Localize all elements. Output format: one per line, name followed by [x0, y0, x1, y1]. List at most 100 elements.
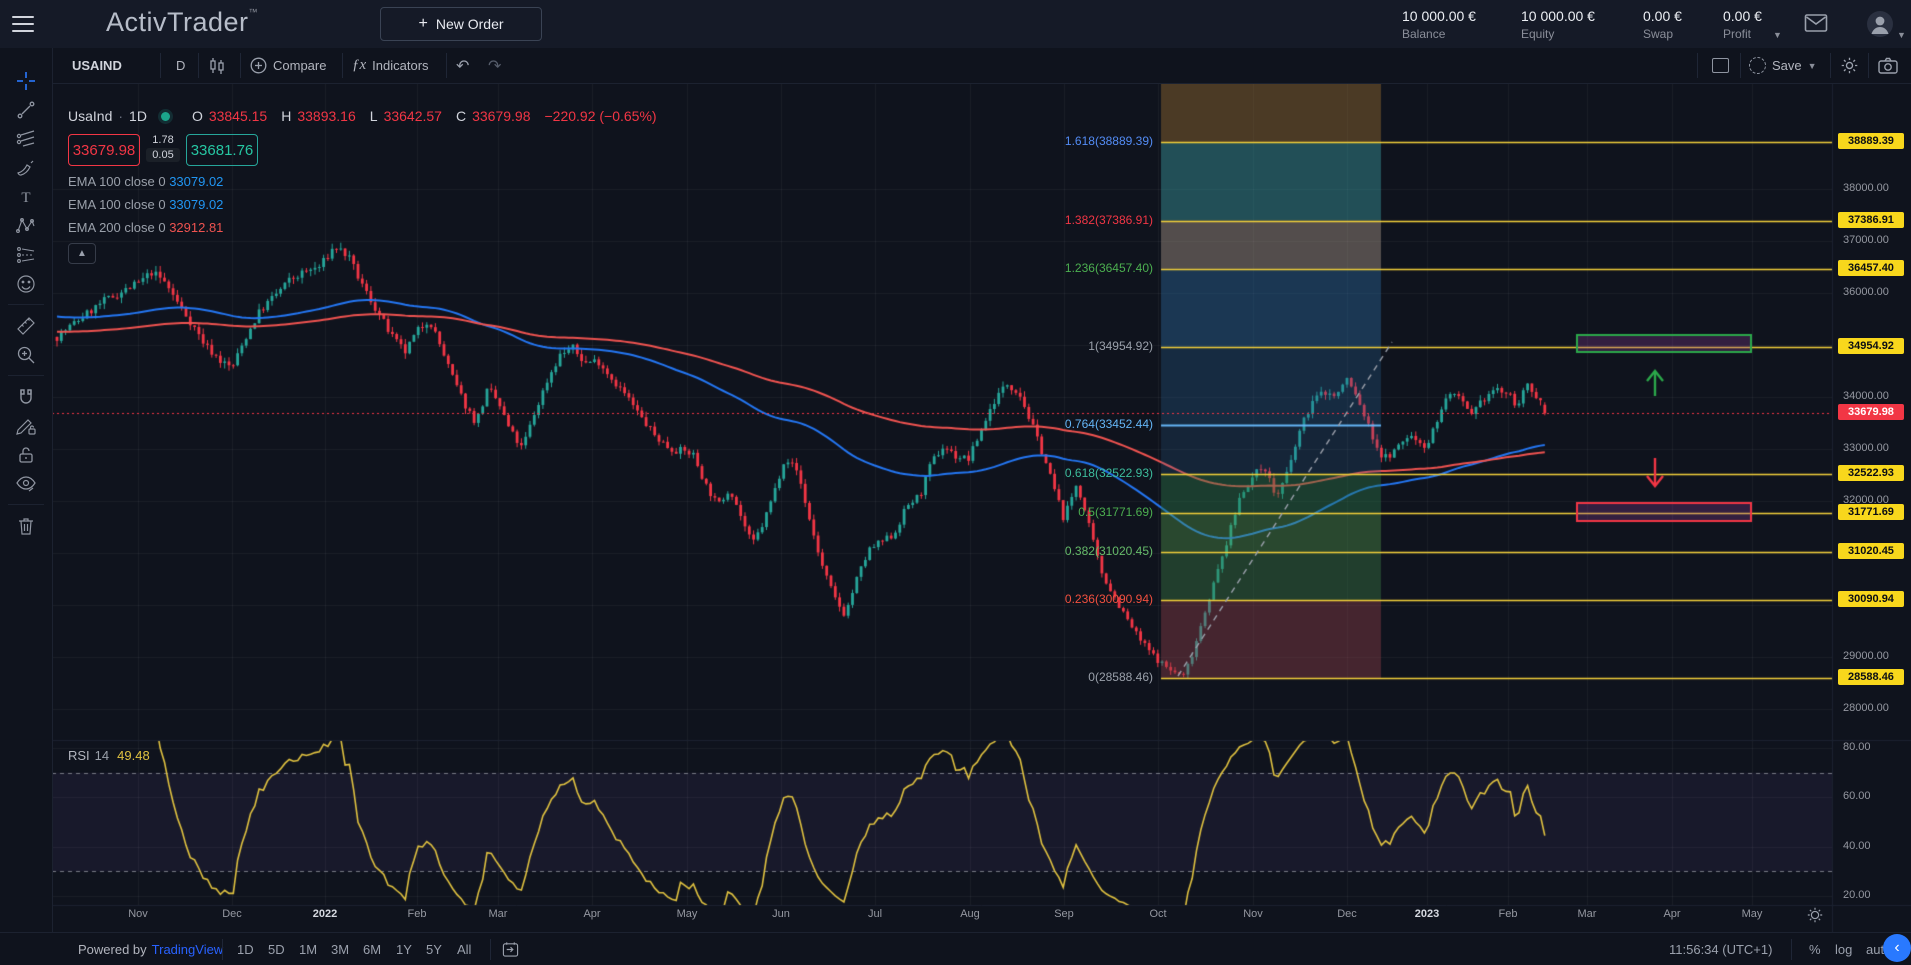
new-order-button[interactable]: +New Order	[380, 7, 542, 41]
time-axis-label[interactable]: Mar	[1578, 908, 1597, 920]
xabcd-pattern-icon[interactable]	[8, 211, 44, 240]
time-axis-label[interactable]: Aug	[960, 908, 980, 920]
fib-level-label[interactable]: 1.382(37386.91)	[1065, 213, 1153, 227]
fib-level-label[interactable]: 0(28588.46)	[1088, 670, 1153, 684]
spread-indicator: 1.78 0.05	[140, 134, 186, 162]
time-axis-settings-icon[interactable]	[1806, 906, 1824, 924]
fib-level-label[interactable]: 1.236(36457.40)	[1065, 261, 1153, 275]
camera-icon	[1878, 57, 1898, 74]
indicators-button[interactable]: ƒx Indicators	[352, 48, 429, 83]
range-1m-button[interactable]: 1M	[299, 933, 317, 965]
fib-level-label[interactable]: 1.618(38889.39)	[1065, 134, 1153, 148]
brush-icon[interactable]	[8, 153, 44, 182]
collapse-legend-button[interactable]: ▲	[68, 243, 96, 264]
time-axis-label[interactable]: Jul	[868, 908, 882, 920]
high-value: 33893.16	[297, 108, 355, 124]
ema200-legend-row[interactable]: EMA 200 close 0 32912.81	[68, 220, 657, 235]
text-tool-icon[interactable]: T	[8, 182, 44, 211]
buy-price-button[interactable]: 33681.76	[186, 134, 258, 166]
symbol-button[interactable]: USAIND	[72, 48, 122, 83]
drawing-lock-icon[interactable]	[8, 411, 44, 440]
low-key: L	[370, 108, 378, 124]
compare-button[interactable]: Compare	[250, 48, 326, 83]
range-1d-button[interactable]: 1D	[237, 933, 254, 965]
crosshair-icon[interactable]	[8, 66, 44, 95]
forecast-icon[interactable]	[8, 240, 44, 269]
legend-symbol[interactable]: UsaInd	[68, 108, 112, 124]
time-axis-label[interactable]: Dec	[222, 908, 242, 920]
rsi-legend[interactable]: RSI1449.48	[68, 748, 150, 763]
lock-icon[interactable]	[8, 440, 44, 469]
magnet-icon[interactable]	[8, 382, 44, 411]
time-axis-label[interactable]: Sep	[1054, 908, 1074, 920]
fib-level-label[interactable]: 0.236(30090.94)	[1065, 592, 1153, 606]
layout-button[interactable]	[1712, 48, 1729, 83]
price-axis-label: 38000.00	[1843, 182, 1889, 194]
fib-level-label[interactable]: 0.618(32522.93)	[1065, 466, 1153, 480]
fib-level-label[interactable]: 0.382(31020.45)	[1065, 544, 1153, 558]
undo-button[interactable]: ↶	[456, 48, 469, 83]
range-6m-button[interactable]: 6M	[363, 933, 381, 965]
fib-price-flag: 34954.92	[1838, 338, 1904, 354]
fib-level-label[interactable]: 0.764(33452.44)	[1065, 417, 1153, 431]
fib-level-label[interactable]: 0.5(31771.69)	[1078, 505, 1153, 519]
redo-button[interactable]: ↷	[488, 48, 501, 83]
time-axis-label[interactable]: May	[677, 908, 698, 920]
profit-value: 0.00 €	[1723, 8, 1762, 24]
time-axis-label[interactable]: Oct	[1149, 908, 1166, 920]
time-axis-label[interactable]: Mar	[489, 908, 508, 920]
swap-stat: 0.00 € Swap	[1643, 8, 1682, 41]
camera-button[interactable]	[1878, 48, 1898, 83]
range-all-button[interactable]: All	[457, 933, 471, 965]
time-axis-label[interactable]: 2022	[313, 908, 337, 920]
range-3m-button[interactable]: 3M	[331, 933, 349, 965]
user-dropdown-caret-icon[interactable]: ▼	[1897, 30, 1906, 40]
time-axis-label[interactable]: May	[1742, 908, 1763, 920]
rsi-axis-label: 20.00	[1843, 889, 1871, 901]
trash-icon[interactable]	[8, 511, 44, 540]
account-dropdown-caret-icon[interactable]: ▼	[1773, 30, 1782, 40]
collapse-panel-button[interactable]: ‹	[1883, 934, 1911, 962]
save-button[interactable]: Save ▼	[1749, 48, 1817, 83]
mail-icon[interactable]	[1804, 13, 1828, 33]
fib-level-label[interactable]: 1(34954.92)	[1088, 339, 1153, 353]
open-key: O	[192, 108, 203, 124]
time-axis-label[interactable]: 2023	[1415, 908, 1439, 920]
time-axis-label[interactable]: Feb	[408, 908, 427, 920]
spread-high: 1.78	[140, 134, 186, 146]
emoji-icon[interactable]	[8, 269, 44, 298]
percent-scale-button[interactable]: %	[1809, 933, 1821, 965]
fib-fork-icon[interactable]	[8, 124, 44, 153]
time-axis-label[interactable]: Apr	[583, 908, 600, 920]
chart-toolbar: USAIND D Compare ƒx Indicators ↶ ↷ Save …	[52, 48, 1911, 84]
zoom-in-icon[interactable]	[8, 340, 44, 369]
hide-eye-icon[interactable]	[8, 469, 44, 498]
drawing-tools-rail: T	[0, 48, 53, 932]
time-axis-label[interactable]: Nov	[128, 908, 148, 920]
range-1y-button[interactable]: 1Y	[396, 933, 412, 965]
trend-line-icon[interactable]	[8, 95, 44, 124]
avatar-icon[interactable]	[1866, 10, 1894, 38]
time-axis-label[interactable]: Nov	[1243, 908, 1263, 920]
time-axis-label[interactable]: Feb	[1499, 908, 1518, 920]
brand-logo: ActivTrader™	[106, 7, 258, 38]
time-axis-label[interactable]: Dec	[1337, 908, 1357, 920]
fib-price-flag: 36457.40	[1838, 260, 1904, 276]
time-axis-label[interactable]: Apr	[1663, 908, 1680, 920]
ruler-icon[interactable]	[8, 311, 44, 340]
legend-interval[interactable]: 1D	[129, 108, 147, 124]
clock[interactable]: 11:56:34 (UTC+1)	[1669, 933, 1772, 965]
menu-icon[interactable]	[12, 16, 34, 32]
range-5d-button[interactable]: 5D	[268, 933, 285, 965]
chart-style-button[interactable]	[208, 48, 226, 83]
ema100-legend-row[interactable]: EMA 100 close 0 33079.02	[68, 174, 657, 189]
ema100b-legend-row[interactable]: EMA 100 close 0 33079.02	[68, 197, 657, 212]
interval-button[interactable]: D	[176, 48, 185, 83]
tradingview-link[interactable]: TradingView	[152, 942, 224, 957]
go-to-date-button[interactable]	[502, 933, 519, 965]
time-axis-label[interactable]: Jun	[772, 908, 790, 920]
sell-price-button[interactable]: 33679.98	[68, 134, 140, 166]
settings-button[interactable]	[1840, 48, 1859, 83]
range-5y-button[interactable]: 5Y	[426, 933, 442, 965]
log-scale-button[interactable]: log	[1835, 933, 1852, 965]
